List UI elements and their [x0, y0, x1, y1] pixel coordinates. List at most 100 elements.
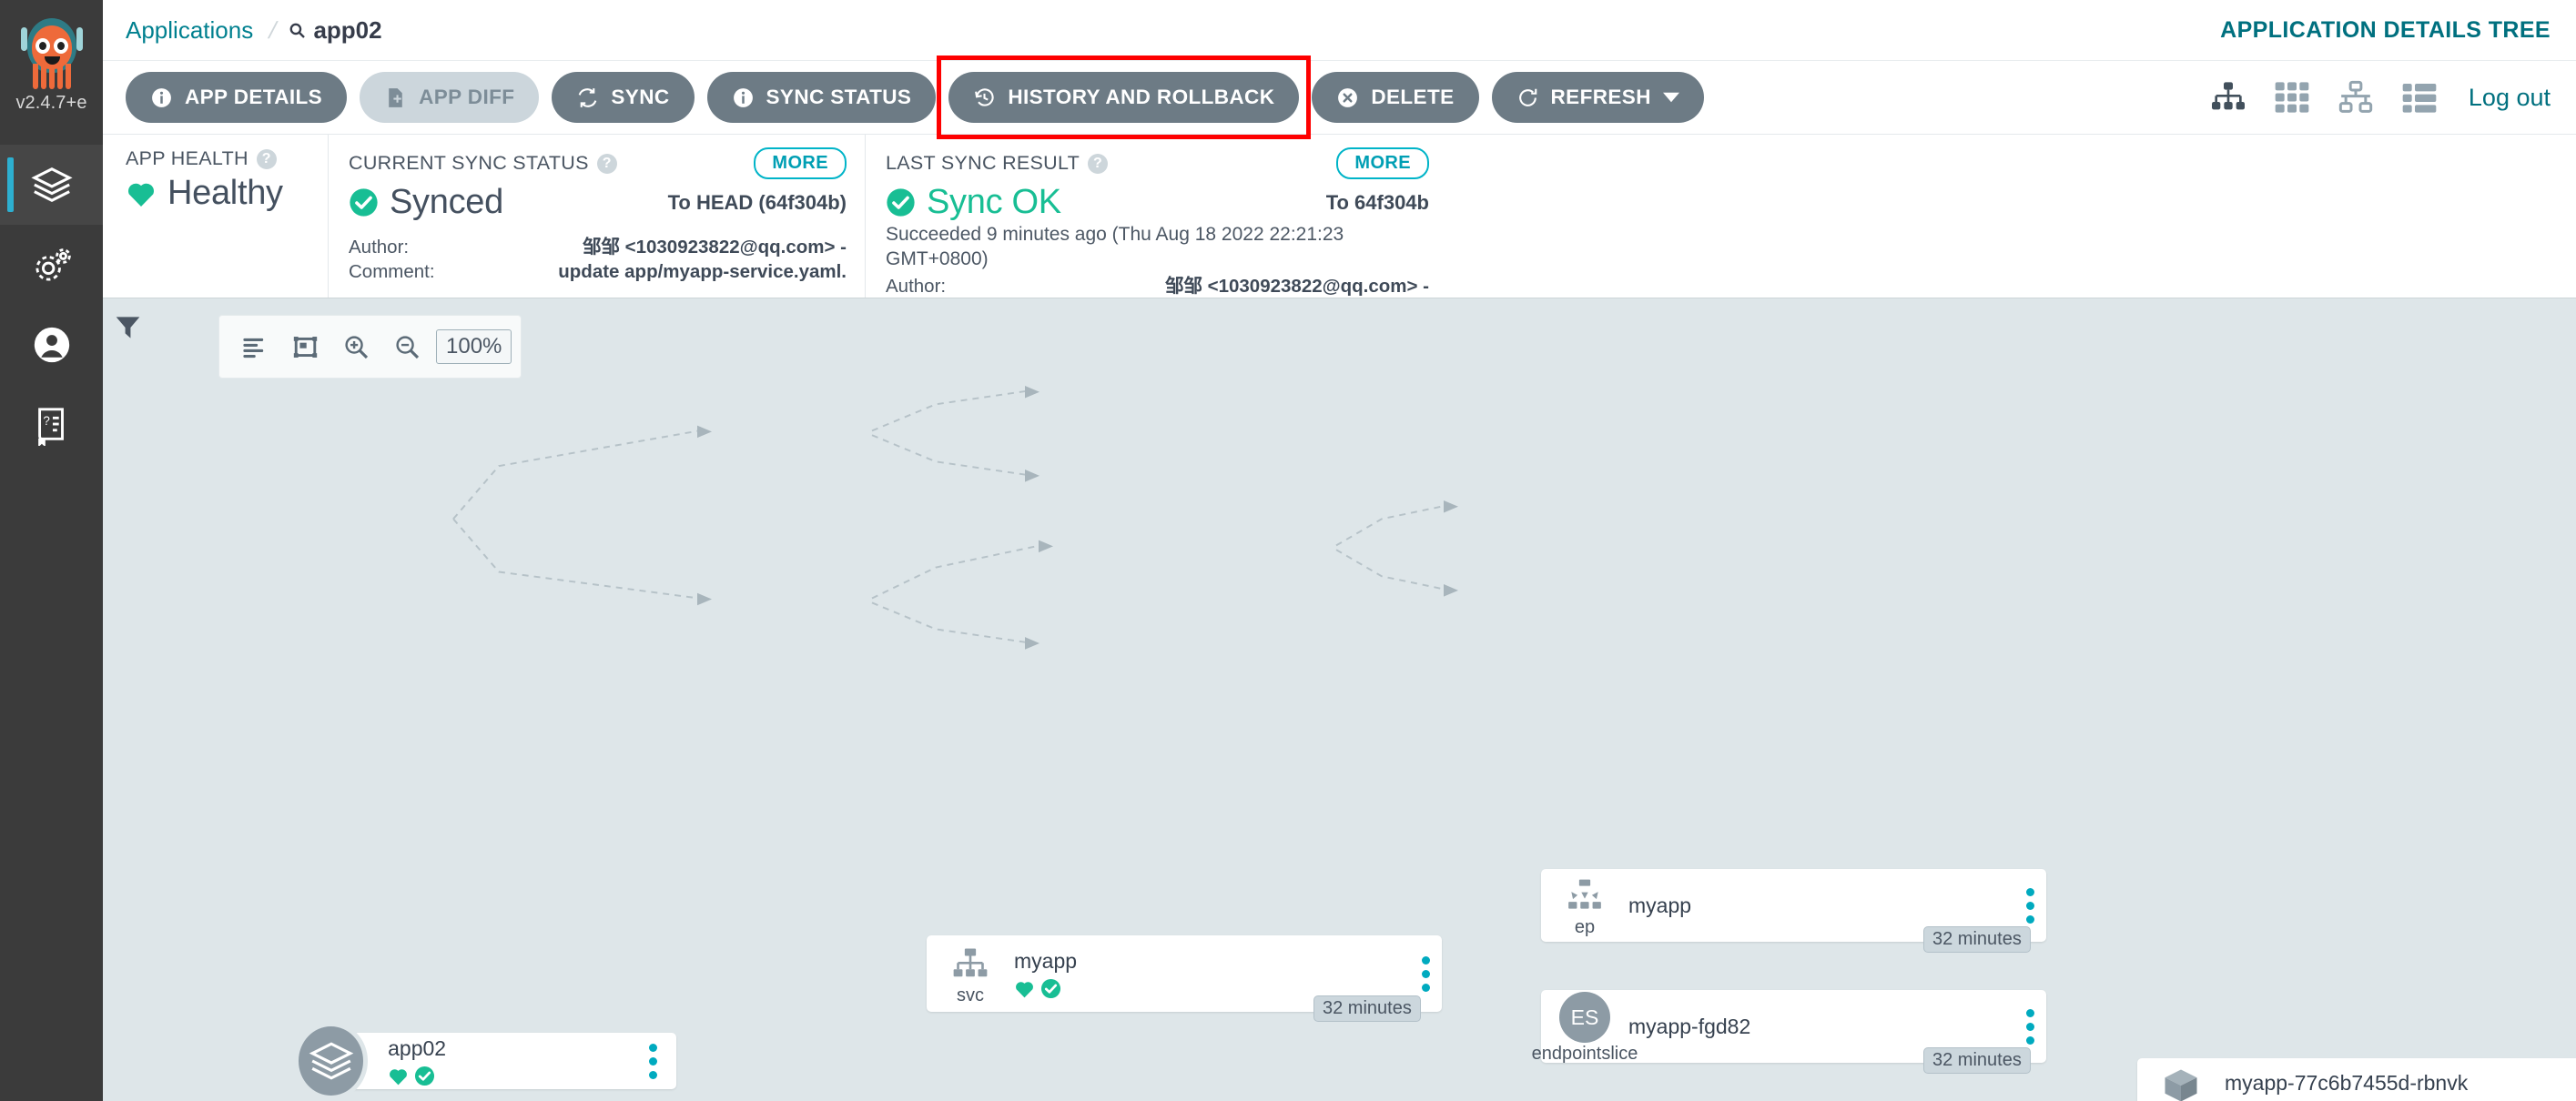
current-sync-more-button[interactable]: MORE: [754, 147, 847, 179]
sync-status-label: SYNC STATUS: [766, 86, 912, 108]
author-value: 邹邹 <1030923822@qq.com> -: [582, 237, 847, 258]
node-menu-button[interactable]: [2013, 887, 2046, 924]
node-application-app02[interactable]: app02: [294, 1022, 676, 1100]
argocd-app-root: v2.4.7+e ? Applications / app02 APPLICAT…: [0, 0, 2576, 1101]
last-sync-more-button[interactable]: MORE: [1336, 147, 1429, 179]
sidebar-item-settings[interactable]: [0, 225, 103, 305]
node-title: myapp: [1014, 948, 1078, 973]
node-menu-button[interactable]: [1409, 955, 1442, 992]
layers-icon: [30, 167, 73, 202]
refresh-button[interactable]: REFRESH: [1491, 72, 1704, 123]
page-title: APPLICATION DETAILS TREE: [2220, 16, 2551, 43]
node-menu-button[interactable]: [2013, 1008, 2046, 1045]
filter-column: [103, 298, 153, 1101]
node-body: myapp: [1014, 949, 1409, 999]
version-label: v2.4.7+e: [15, 93, 87, 113]
zoom-out-button[interactable]: [381, 321, 432, 372]
node-kind-column: ES endpointslice: [1532, 988, 1638, 1065]
endpoints-icon: [1568, 879, 1601, 909]
resource-tree-area: 100% app02 svc myapp 32 minutes ep myapp…: [103, 298, 2576, 1101]
status-summary-bar: APP HEALTH ? Healthy CURRENT SYNC STATUS…: [103, 135, 2576, 321]
graph-canvas[interactable]: 100% app02 svc myapp 32 minutes ep myapp…: [153, 298, 2576, 1101]
check-circle-icon: [887, 188, 915, 217]
history-and-rollback-label: HISTORY AND ROLLBACK: [1008, 86, 1275, 108]
info-icon: [733, 87, 753, 107]
align-left-icon: [242, 338, 263, 358]
breadcrumb-separator: /: [266, 15, 280, 44]
current-sync-value-row: Synced To HEAD (64f304b): [349, 183, 847, 222]
pod-icon: [2165, 1069, 2197, 1101]
current-sync-label: CURRENT SYNC STATUS: [349, 152, 589, 174]
sync-icon: [579, 87, 597, 107]
last-sync-header: LAST SYNC RESULT ? MORE: [886, 147, 1429, 179]
main-area: Applications / app02 APPLICATION DETAILS…: [103, 0, 2576, 1101]
last-sync-succeeded-text: Succeeded 9 minutes ago (Thu Aug 18 2022…: [886, 224, 1344, 270]
app-diff-label: APP DIFF: [419, 86, 515, 108]
author-key: Author:: [349, 237, 410, 258]
node-kind-column: pod: [2137, 1063, 2225, 1101]
list-view-icon[interactable]: [2401, 79, 2438, 116]
logout-link[interactable]: Log out: [2469, 84, 2551, 112]
history-rollback-highlight-wrapper: HISTORY AND ROLLBACK: [937, 56, 1312, 139]
sidebar-item-applications[interactable]: [0, 145, 103, 225]
application-node-card[interactable]: app02: [340, 1033, 676, 1089]
layers-icon: [309, 1042, 353, 1080]
help-icon[interactable]: ?: [256, 148, 277, 169]
view-mode-switcher: Log out: [2210, 79, 2576, 116]
help-icon[interactable]: ?: [1088, 153, 1109, 174]
app-health-header: APP HEALTH ?: [126, 147, 309, 170]
app-details-label: APP DETAILS: [185, 86, 323, 108]
node-kind-column: svc: [927, 942, 1014, 1006]
graph-zoom-toolbar: 100%: [218, 315, 522, 379]
history-and-rollback-button[interactable]: HISTORY AND ROLLBACK: [948, 72, 1300, 123]
argo-octopus-icon: [17, 16, 86, 91]
node-kind-label: endpointslice: [1531, 1044, 1638, 1064]
sync-status-button[interactable]: SYNC STATUS: [706, 72, 937, 123]
align-left-button[interactable]: [228, 321, 279, 372]
refresh-icon: [1518, 88, 1536, 106]
zoom-level-value[interactable]: 100%: [436, 329, 512, 364]
tree-view-icon[interactable]: [2210, 79, 2246, 116]
app-diff-button[interactable]: APP DIFF: [360, 72, 540, 123]
app-details-button[interactable]: APP DETAILS: [126, 72, 348, 123]
node-menu-button[interactable]: [636, 1043, 669, 1079]
node-title: app02: [388, 1035, 447, 1060]
file-diff-icon: [389, 87, 402, 107]
top-bar: Applications / app02 APPLICATION DETAILS…: [103, 0, 2576, 61]
last-sync-result-panel: LAST SYNC RESULT ? MORE Sync OK To 64f30…: [865, 135, 1447, 321]
current-sync-status-panel: CURRENT SYNC STATUS ? MORE Synced To HEA…: [328, 135, 865, 298]
network-view-icon[interactable]: [2338, 79, 2374, 116]
zoom-in-button[interactable]: [330, 321, 381, 372]
zoom-out-icon: [395, 335, 419, 359]
chevron-down-icon: [1662, 92, 1679, 103]
sidebar-item-documentation[interactable]: ?: [0, 385, 103, 465]
app-name-label: app02: [313, 15, 382, 44]
breadcrumb-applications[interactable]: Applications: [126, 16, 253, 45]
help-icon[interactable]: ?: [596, 153, 617, 174]
sidebar-nav: ?: [0, 145, 103, 465]
check-circle-icon: [350, 188, 378, 217]
endpointslice-icon: ES: [1559, 992, 1610, 1043]
pods-grid-icon[interactable]: [2274, 79, 2310, 116]
current-sync-meta: Author: 邹邹 <1030923822@qq.com> - Comment…: [349, 235, 847, 285]
delete-button[interactable]: DELETE: [1312, 72, 1479, 123]
app-health-value-row: Healthy: [126, 174, 309, 213]
last-sync-label: LAST SYNC RESULT: [886, 152, 1080, 174]
delete-label: DELETE: [1371, 86, 1455, 108]
badge-age: 32 minutes: [1313, 995, 1421, 1022]
node-pod-myapp-77c6b7455d-rbnvk[interactable]: pod myapp-77c6b7455d-rbnvk: [2137, 1058, 2576, 1101]
last-sync-value-row: Sync OK To 64f304b: [886, 183, 1429, 222]
sidebar-item-user-info[interactable]: [0, 305, 103, 385]
badge-age: 32 minutes: [1923, 926, 2031, 953]
comment-value: update app/myapp-service.yaml.: [558, 261, 847, 283]
check-circle-icon: [1040, 978, 1061, 998]
argo-logo[interactable]: v2.4.7+e: [15, 16, 86, 114]
filter-icon[interactable]: [115, 315, 141, 340]
refresh-label: REFRESH: [1550, 86, 1651, 108]
fit-to-screen-icon: [293, 336, 317, 358]
sync-button[interactable]: SYNC: [552, 72, 695, 123]
app-health-panel: APP HEALTH ? Healthy: [126, 135, 328, 298]
fit-to-screen-button[interactable]: [279, 321, 330, 372]
last-sync-value: Sync OK: [927, 183, 1061, 221]
node-kind-column: ep: [1541, 874, 1628, 938]
